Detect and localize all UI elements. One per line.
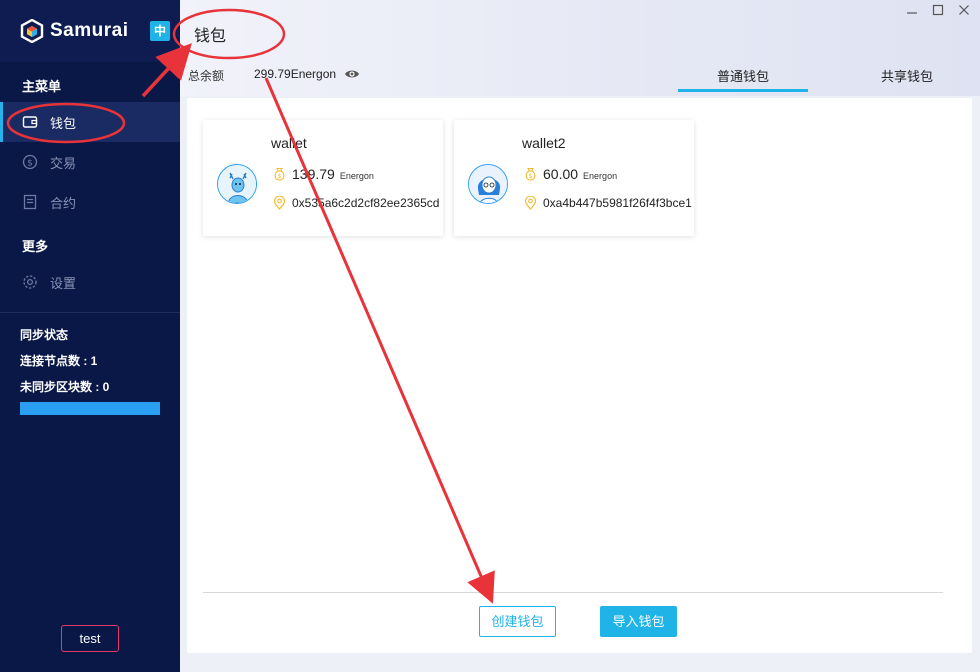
wallet-address-row: 0xa4b447b5981f26f4f3bce1 [524,196,692,210]
sidebar-item-label: 交易 [50,155,77,171]
sidebar-divider [0,312,180,313]
location-pin-icon [524,196,537,210]
main-menu-heading: 主菜单 [22,79,62,94]
gear-icon [23,275,37,289]
wallet-balance: 60.00 [543,166,579,182]
account-button[interactable]: test [61,625,119,652]
tab-label: 普通钱包 [716,69,769,84]
money-bag-icon: $ [274,167,285,181]
wallet-name: wallet2 [522,135,566,151]
sidebar: Samurai 中 主菜单 钱包 $ 交易 合约 更多 设置 同步状态 连接节点… [0,0,180,672]
total-balance-label: 总余额 [188,69,225,83]
create-wallet-button[interactable]: 创建钱包 [479,606,556,637]
wallet-card[interactable]: wallet2 $ 60.00 Energon 0xa4b447b5981f26… [454,120,694,236]
brand-bar: Samurai 中 [0,0,180,62]
unsynced-blocks-text: 未同步区块数 : 0 [20,380,110,394]
wallet-balance-unit: Energon [339,171,374,181]
connected-nodes-text: 连接节点数 : 1 [20,354,98,368]
wallet-address: 0x535a6c2d2cf82ee2365cd [292,196,440,210]
wallet-balance-unit: Energon [583,171,618,181]
wallet-card[interactable]: wallet $ 139.79 Energon 0x535a6c2d2cf82e… [203,120,443,236]
svg-text:$: $ [529,173,533,180]
contract-icon [23,194,37,210]
svg-text:$: $ [278,173,282,180]
total-balance-value: 299.79Energon [254,67,337,81]
more-heading: 更多 [22,239,49,254]
wallet-balance: 139.79 [292,166,335,182]
brand-name: Samurai [50,20,129,41]
tab-normal-wallet[interactable]: 普通钱包 [678,66,808,92]
wallet-panel: wallet $ 139.79 Energon 0x535a6c2d2cf82e… [187,98,972,653]
eye-icon[interactable] [344,67,360,81]
sync-status-title: 同步状态 [20,328,69,342]
tab-label: 共享钱包 [880,69,933,84]
wallet-name: wallet [271,135,307,151]
language-toggle-button[interactable]: 中 [150,21,170,41]
page-title: 钱包 [194,28,227,45]
sidebar-item-settings[interactable]: 设置 [0,262,180,302]
svg-text:$: $ [27,159,33,169]
deer-avatar-icon [217,164,257,204]
wallet-icon [22,116,38,128]
sync-progress-bar [20,402,160,415]
footer-divider [203,592,943,593]
maximize-icon[interactable] [930,4,946,20]
wallet-address: 0xa4b447b5981f26f4f3bce1 [543,196,692,210]
header: 钱包 总余额 299.79Energon 普通钱包 共享钱包 [180,0,980,96]
money-bag-icon: $ [525,167,536,181]
sidebar-item-contract[interactable]: 合约 [0,182,180,222]
minimize-icon[interactable] [904,4,920,20]
sidebar-item-wallet[interactable]: 钱包 [0,102,180,142]
sidebar-item-transaction[interactable]: $ 交易 [0,142,180,182]
girl-avatar-icon [468,164,508,204]
tab-shared-wallet[interactable]: 共享钱包 [842,66,972,92]
close-icon[interactable] [956,4,972,20]
sidebar-item-label: 钱包 [50,115,77,131]
wallet-address-row: 0x535a6c2d2cf82ee2365cd [273,196,439,210]
sidebar-item-label: 合约 [50,195,77,211]
wallet-balance-row: $ 60.00 Energon [524,166,617,182]
samurai-logo-icon [20,19,44,43]
location-pin-icon [273,196,286,210]
wallet-balance-row: $ 139.79 Energon [273,166,374,182]
import-wallet-button[interactable]: 导入钱包 [600,606,677,637]
dollar-icon: $ [22,154,38,170]
sidebar-item-label: 设置 [50,275,77,291]
